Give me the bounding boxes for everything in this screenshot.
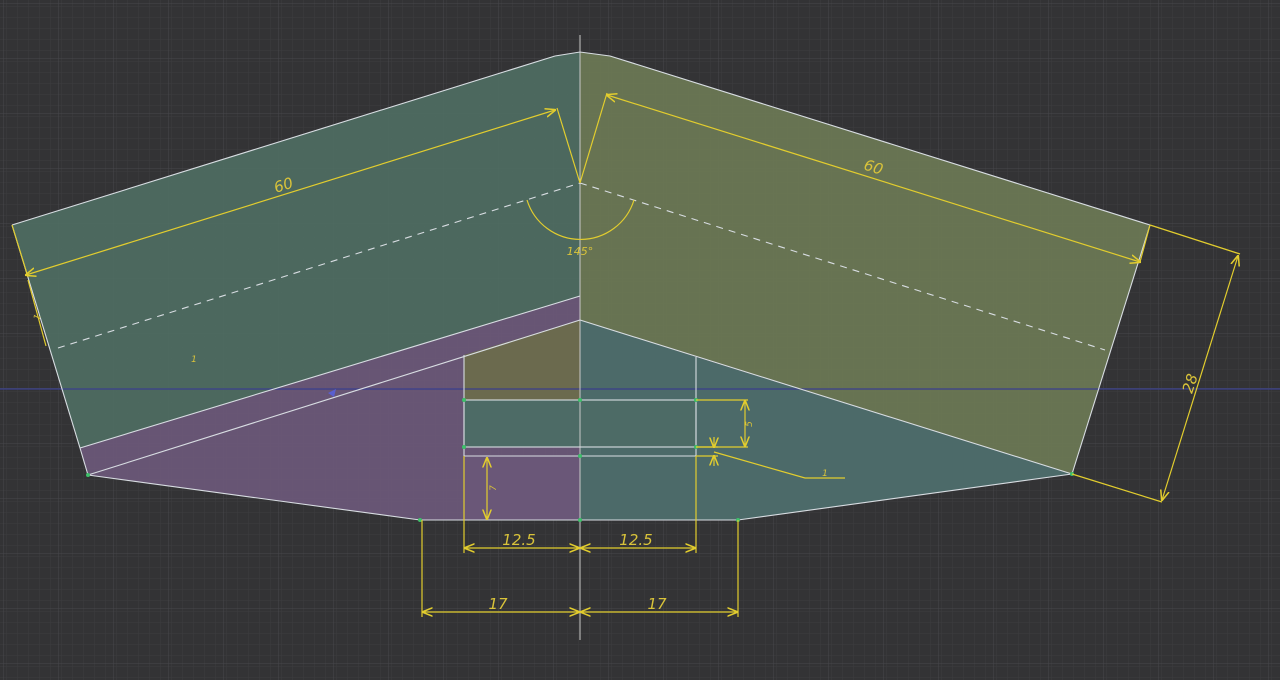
point[interactable] (462, 398, 466, 402)
dim-lower-height[interactable]: 7 (489, 485, 499, 491)
point[interactable] (86, 473, 90, 477)
sketch-canvas[interactable]: 60 60 145° 28 5 1 7 12.5 12.5 17 17 1 1 (0, 0, 1280, 680)
dim-slot-height[interactable]: 5 (745, 421, 755, 427)
dim-right-half-base[interactable]: 17 (647, 595, 667, 613)
point[interactable] (462, 445, 466, 449)
face-slot-left-lower[interactable] (464, 456, 580, 520)
dim-angle[interactable]: 145° (567, 245, 594, 258)
point[interactable] (578, 398, 582, 402)
dim-left-half-base[interactable]: 17 (488, 595, 508, 613)
point[interactable] (578, 454, 582, 458)
point[interactable] (578, 518, 582, 522)
dim-right-half-slot[interactable]: 12.5 (619, 531, 652, 549)
dim-center-mark[interactable]: 1 (191, 355, 197, 365)
dim-left-half-slot[interactable]: 12.5 (502, 531, 535, 549)
dim-gap-height[interactable]: 1 (822, 469, 828, 479)
